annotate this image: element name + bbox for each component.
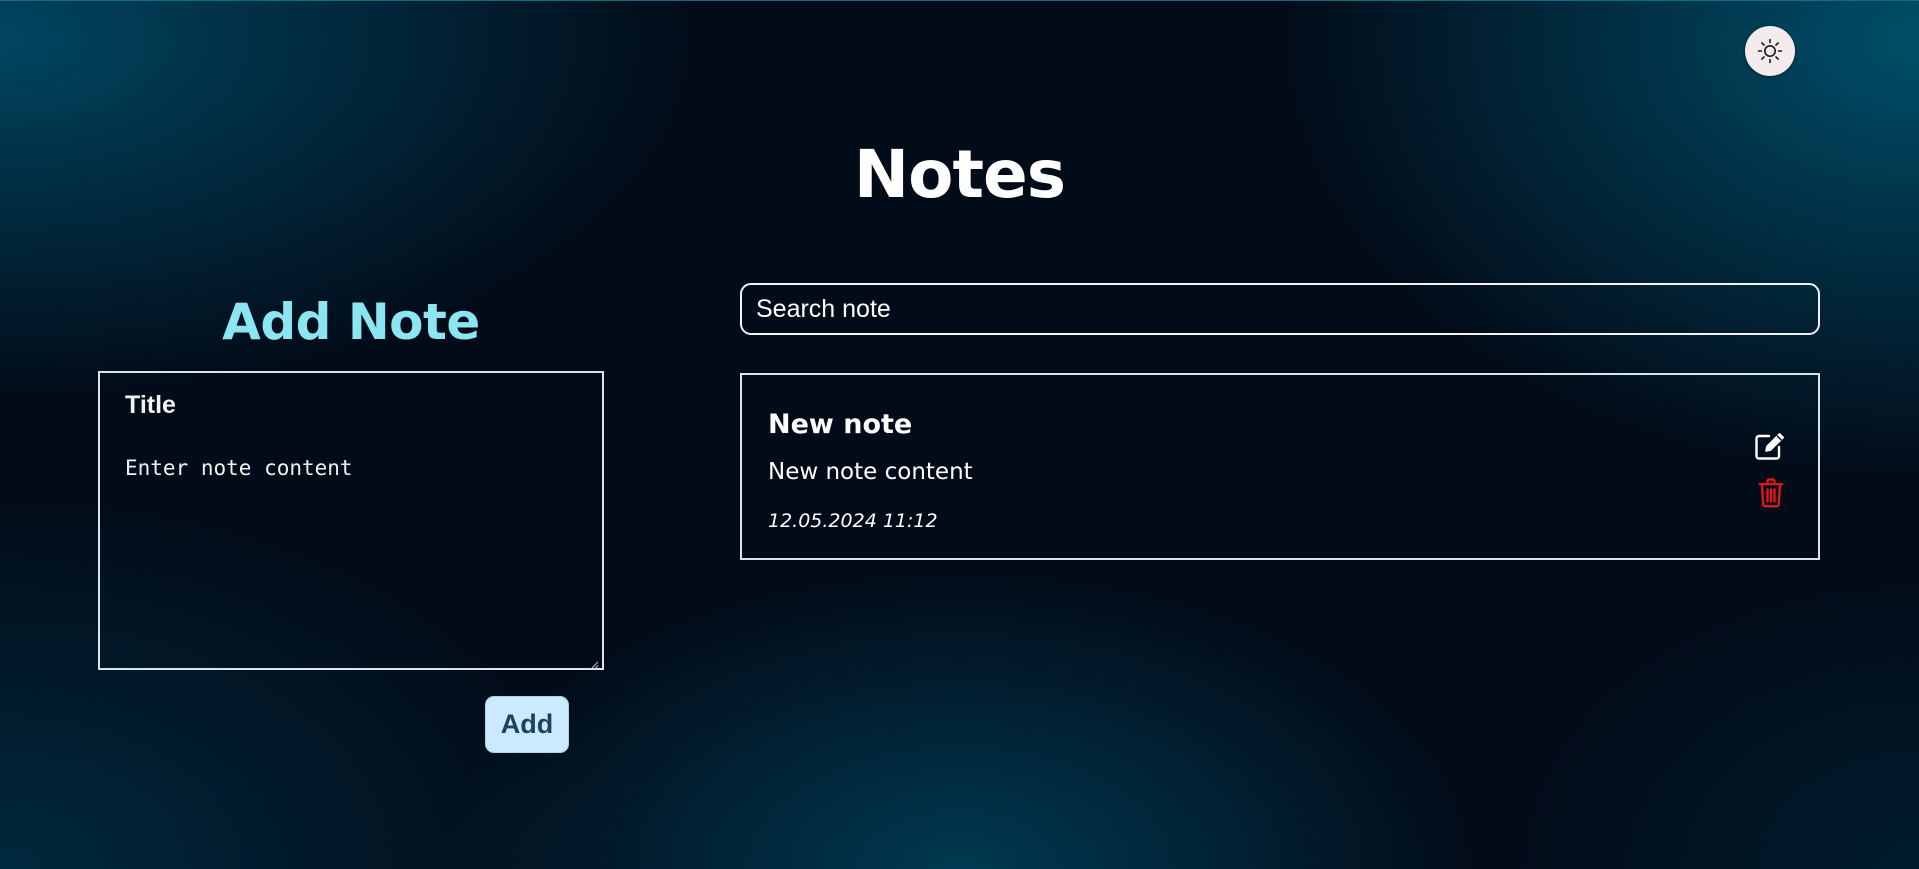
note-title: New note [768,409,913,440]
theme-toggle-button[interactable] [1745,26,1795,76]
resize-handle-icon[interactable] [589,655,599,670]
edit-icon [1754,431,1786,461]
top-border-line [0,0,1919,1]
note-title-input[interactable] [125,385,565,425]
add-note-button[interactable]: Add [485,696,569,753]
note-card: New note New note content 12.05.2024 11:… [740,373,1820,560]
note-date: 12.05.2024 11:12 [768,510,938,532]
delete-note-button[interactable] [1756,476,1786,510]
add-note-heading: Add Note [222,293,480,351]
trash-icon [1758,478,1784,508]
edit-note-button[interactable] [1753,429,1787,463]
note-content: New note content [768,459,973,485]
page-title: Notes [853,136,1066,213]
sun-icon [1756,37,1784,65]
search-note-input[interactable] [740,283,1820,335]
add-note-form [98,371,604,670]
note-content-textarea[interactable] [125,453,580,658]
